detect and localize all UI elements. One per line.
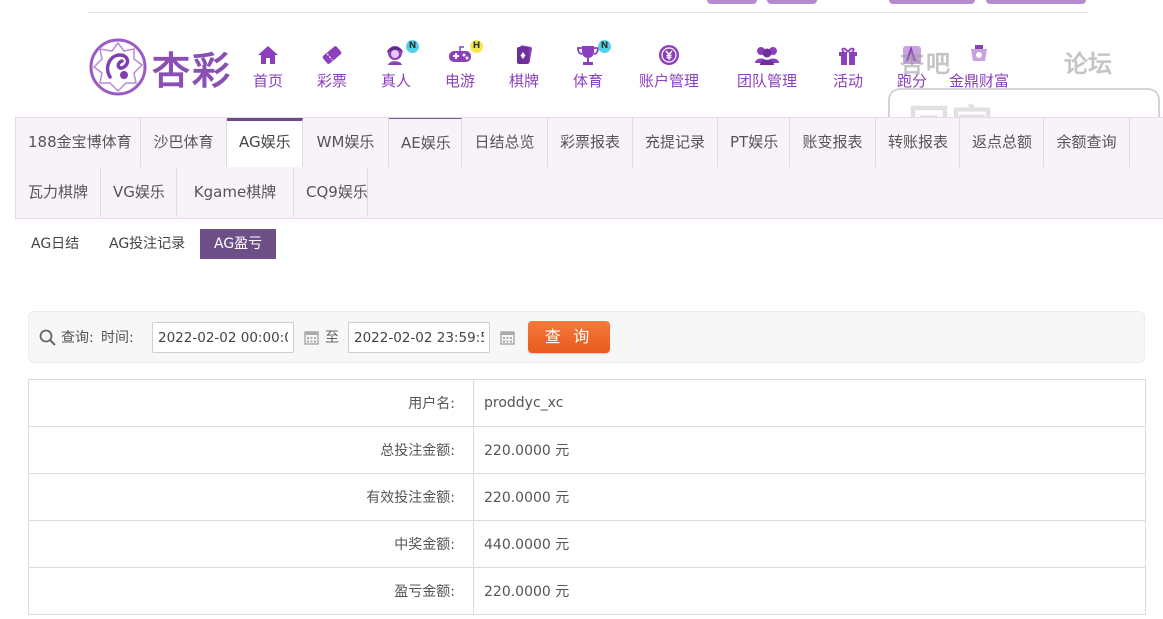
account-coin-icon [639,42,699,68]
tab-1-12[interactable]: 返点总额 [960,118,1044,167]
nav-label: 团队管理 [736,72,798,90]
nav-item-9[interactable]: 活动 [833,42,863,91]
summary-value: 220.0000 元 [473,567,1146,615]
tab-1-7[interactable]: 彩票报表 [548,118,633,167]
summary-value: 220.0000 元 [473,426,1146,474]
tab-2-1[interactable]: 瓦力棋牌 [16,168,101,217]
logo-mark-icon [89,38,147,96]
nav-item-2[interactable]: 彩票 [317,42,347,91]
summary-row: 盈亏金额: 220.0000 元 [28,567,1146,615]
gift-icon [833,42,863,68]
summary-key: 盈亏金额: [28,567,474,615]
summary-value: 440.0000 元 [473,520,1146,568]
nav-label: 电游 [444,72,476,90]
summary-table: 用户名: proddyc_xc 总投注金额: 220.0000 元有效投注金额: 220… [28,379,1146,615]
tab-1-9[interactable]: PT娱乐 [718,118,790,167]
query-button[interactable]: 查 询 [528,321,610,353]
lottery-ticket-icon [317,42,347,68]
summary-row: 有效投注金额: 220.0000 元 [28,473,1146,521]
nav-badge: N [406,40,420,53]
nav-label: 活动 [832,72,864,90]
nav-item-8[interactable]: 团队管理 [737,42,797,91]
to-label: 至 [325,330,339,346]
wealth-icon [949,42,1009,68]
live-dealer-icon: N [381,40,420,68]
tab-1-13[interactable]: 余额查询 [1044,118,1130,167]
summary-value: proddyc_xc [473,379,1146,427]
nav-item-11[interactable]: 金鼎财富 [949,42,1009,91]
nav-label: 真人 [380,72,412,90]
top-strip [0,0,1163,28]
nav-item-7[interactable]: 账户管理 [639,42,699,91]
nav-badge: H [470,40,484,53]
nav-item-1[interactable]: 首页 [253,42,283,91]
tab-1-4[interactable]: WM娱乐 [303,118,389,167]
search-icon [39,329,56,346]
top-button-2[interactable] [767,0,817,4]
nav-item-4[interactable]: H 电游 [444,40,484,91]
nav-label: 彩票 [316,72,348,90]
nav-item-6[interactable]: N 体育 [572,40,612,91]
start-calendar-icon[interactable] [304,330,319,345]
tab-2-3[interactable]: Kgame棋牌 [177,168,294,217]
summary-key: 总投注金额: [28,426,474,474]
home-icon [253,42,283,68]
nav-item-3[interactable]: N 真人 [380,40,420,91]
nav-badge: N [598,40,612,53]
nav-label: 跑分 [896,72,928,90]
subtab-1[interactable]: AG日结 [17,229,93,259]
summary-row: 用户名: proddyc_xc [28,379,1146,427]
tab-1-6[interactable]: 日结总览 [462,118,548,167]
report-tabs: 188金宝博体育 沙巴体育 AG娱乐 WM娱乐 AE娱乐 日结总览 彩票报表 充提记录 PT娱乐… [15,117,1163,219]
nav-label: 体育 [572,72,604,90]
header: 杏彩 首页 彩票 N 真人 H 电游 棋牌 N 体育 账户管理 团队管理 活动 跑分 金鼎财富 [0,28,1163,116]
end-time-input[interactable] [348,322,490,353]
tab-1-1[interactable]: 188金宝博体育 [16,118,141,167]
start-time-input[interactable] [152,322,294,353]
brand-name: 杏彩 [152,47,233,93]
tab-1-5[interactable]: AE娱乐 [389,118,462,167]
tab-1-11[interactable]: 转账报表 [876,118,960,167]
brand-logo[interactable]: 杏彩 [88,36,238,98]
summary-row: 中奖金额: 440.0000 元 [28,520,1146,568]
tab-1-10[interactable]: 账变报表 [790,118,876,167]
nav-label: 首页 [252,72,284,90]
top-button-3[interactable] [889,0,975,4]
summary-row: 总投注金额: 220.0000 元 [28,426,1146,474]
trophy-icon: N [573,40,612,68]
gamepad-icon: H [445,40,484,68]
run-icon [897,42,927,68]
nav-label: 棋牌 [508,72,540,90]
end-calendar-icon[interactable] [500,330,515,345]
summary-value: 220.0000 元 [473,473,1146,521]
summary-key: 有效投注金额: [28,473,474,521]
subtab-3[interactable]: AG盈亏 [200,229,277,259]
search-bar: 查询: 时间: 至 查 询 [28,311,1145,363]
tab-1-2[interactable]: 沙巴体育 [141,118,227,167]
summary-key: 中奖金额: [28,520,474,568]
cards-icon [509,42,539,68]
tab-1-3[interactable]: AG娱乐 [227,118,303,167]
nav-item-5[interactable]: 棋牌 [509,42,539,91]
tab-2-2[interactable]: VG娱乐 [101,168,177,217]
top-divider [88,12,1088,13]
nav-item-10[interactable]: 跑分 [897,42,927,91]
tab-1-8[interactable]: 充提记录 [633,118,718,167]
query-label: 查询: [61,330,94,346]
time-label: 时间: [101,330,134,346]
subtab-2[interactable]: AG投注记录 [95,229,199,259]
nav-label: 金鼎财富 [948,72,1010,90]
nav-label: 账户管理 [638,72,700,90]
top-button-1[interactable] [707,0,757,4]
top-button-4[interactable] [986,0,1086,4]
summary-key: 用户名: [28,379,474,427]
team-icon [737,42,797,68]
tab-2-4[interactable]: CQ9娱乐 [294,168,368,217]
